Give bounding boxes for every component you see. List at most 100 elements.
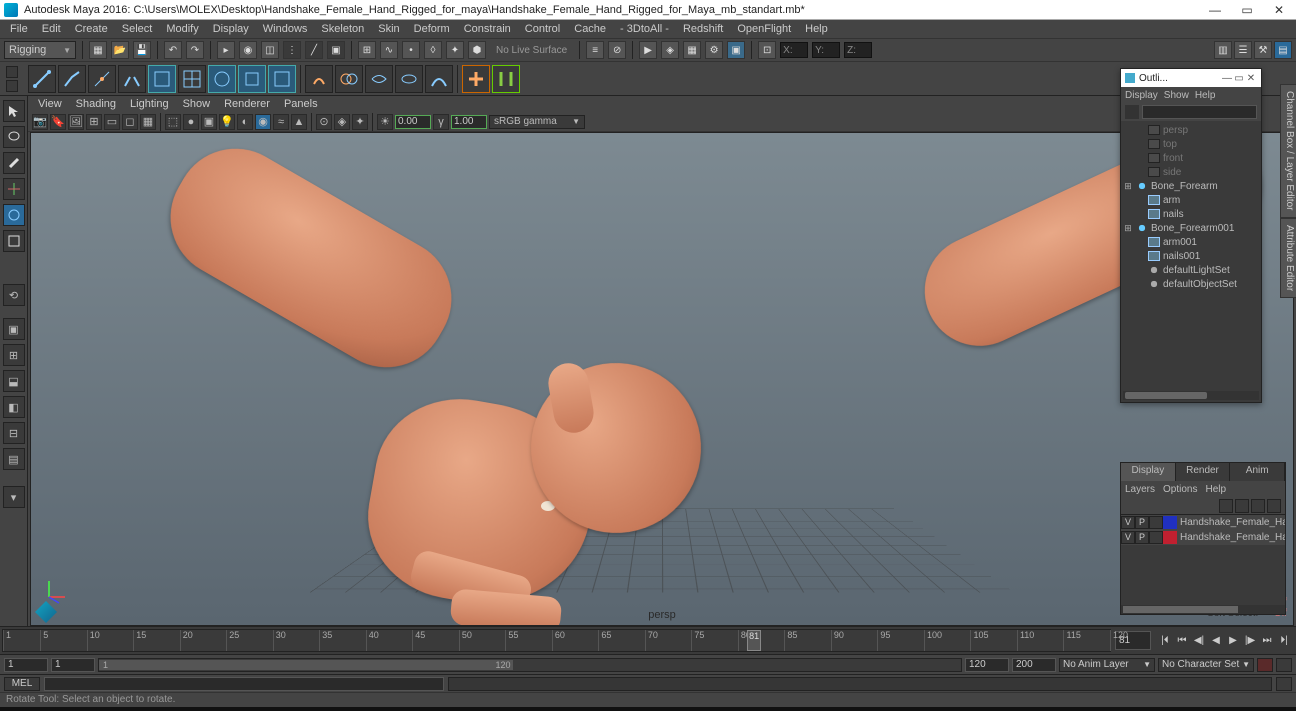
script-editor-icon[interactable] <box>1276 677 1292 691</box>
mesh-arm-left[interactable] <box>149 132 474 389</box>
render-frame-icon[interactable]: ▶ <box>639 41 657 59</box>
menu-display[interactable]: Display <box>207 23 255 35</box>
menu-cache[interactable]: Cache <box>568 23 612 35</box>
menu-3dtoall[interactable]: - 3DtoAll - <box>614 23 675 35</box>
tab-display[interactable]: Display <box>1121 463 1176 481</box>
range-end-inner-field[interactable]: 120 <box>965 658 1009 672</box>
outliner-item-defaultobjectset[interactable]: defaultObjectSet <box>1123 277 1259 291</box>
menu-file[interactable]: File <box>4 23 34 35</box>
gamma-field[interactable]: 1.00 <box>451 115 487 129</box>
outliner-menu-help[interactable]: Help <box>1195 90 1216 101</box>
expand-icon[interactable]: ⊞ <box>1123 181 1133 192</box>
anim-layer-dropdown[interactable]: No Anim Layer▼ <box>1059 658 1155 672</box>
render-view-icon[interactable]: ▣ <box>727 41 745 59</box>
layer-new-empty-icon[interactable] <box>1251 499 1265 513</box>
outliner-title-bar[interactable]: Outli... — ▭ ✕ <box>1121 69 1261 87</box>
tab-anim[interactable]: Anim <box>1230 463 1285 481</box>
go-to-start-button[interactable]: |⏴ <box>1157 633 1173 649</box>
range-start-outer-field[interactable]: 1 <box>4 658 48 672</box>
last-tool-icon[interactable]: ⟲ <box>3 284 25 306</box>
command-input[interactable] <box>44 677 444 691</box>
input-field-icon[interactable]: ⊡ <box>758 41 776 59</box>
redo-icon[interactable]: ↷ <box>186 41 204 59</box>
outliner-item-top[interactable]: top <box>1123 137 1259 151</box>
layer-menu-options[interactable]: Options <box>1163 484 1197 495</box>
panel-menu-panels[interactable]: Panels <box>278 98 324 110</box>
use-lights-icon[interactable]: 💡 <box>219 114 235 130</box>
step-back-button[interactable]: ◀| <box>1191 633 1207 649</box>
resolution-gate-icon[interactable]: ◻ <box>122 114 138 130</box>
menu-help[interactable]: Help <box>799 23 834 35</box>
range-slider[interactable]: 1 120 <box>98 658 962 672</box>
outliner-scrollbar[interactable] <box>1123 391 1259 400</box>
ik-handle-icon[interactable] <box>58 65 86 93</box>
exposure-icon[interactable]: ☀ <box>377 114 393 130</box>
shelf-edit-icon[interactable] <box>6 80 18 92</box>
wireframe-icon[interactable]: ⬚ <box>165 114 181 130</box>
gate-mask-icon[interactable]: ▦ <box>140 114 156 130</box>
wire-deformer-icon[interactable] <box>365 65 393 93</box>
smooth-bind-icon[interactable] <box>208 65 236 93</box>
layer-new-selected-icon[interactable] <box>1267 499 1281 513</box>
panel-menu-renderer[interactable]: Renderer <box>218 98 276 110</box>
module-dropdown[interactable]: Rigging ▼ <box>4 41 76 59</box>
outliner-item-front[interactable]: front <box>1123 151 1259 165</box>
paint-select-tool-icon[interactable] <box>3 152 25 174</box>
outliner-close-button[interactable]: ✕ <box>1245 73 1257 84</box>
modeling-toolkit-toggle-icon[interactable]: ▥ <box>1214 41 1232 59</box>
outliner-item-persp[interactable]: persp <box>1123 123 1259 137</box>
undo-icon[interactable]: ↶ <box>164 41 182 59</box>
layer-playback-toggle[interactable]: P <box>1135 516 1149 529</box>
three-pane-icon[interactable]: ⊟ <box>3 422 25 444</box>
render-region-icon[interactable]: ▦ <box>683 41 701 59</box>
layer-playback-toggle[interactable]: P <box>1135 531 1149 544</box>
rotate-tool-icon[interactable] <box>3 204 25 226</box>
constraint-parent-icon[interactable] <box>462 65 490 93</box>
range-end-outer-field[interactable]: 200 <box>1012 658 1056 672</box>
shaded-icon[interactable]: ● <box>183 114 199 130</box>
snap-point-icon[interactable]: • <box>402 41 420 59</box>
panel-menu-lighting[interactable]: Lighting <box>124 98 175 110</box>
attribute-editor-toggle-icon[interactable]: ☰ <box>1234 41 1252 59</box>
outliner-item-nails001[interactable]: nails001 <box>1123 249 1259 263</box>
save-scene-icon[interactable]: 💾 <box>133 41 151 59</box>
camera-select-icon[interactable]: 📷 <box>32 114 48 130</box>
orient-joint-icon[interactable] <box>148 65 176 93</box>
panel-menu-show[interactable]: Show <box>177 98 217 110</box>
outliner-menu-show[interactable]: Show <box>1164 90 1189 101</box>
image-plane-icon[interactable]: 🖼 <box>68 114 84 130</box>
channel-box-toggle-icon[interactable]: ▤ <box>1274 41 1292 59</box>
paint-weights-icon[interactable] <box>268 65 296 93</box>
layer-menu-help[interactable]: Help <box>1205 484 1226 495</box>
xray-joints-icon[interactable]: ✦ <box>352 114 368 130</box>
layer-name[interactable]: Handshake_Female_Hand_ <box>1177 517 1285 528</box>
colorspace-dropdown[interactable]: sRGB gamma ▼ <box>489 115 585 129</box>
insert-joint-icon[interactable] <box>88 65 116 93</box>
mirror-joint-icon[interactable] <box>118 65 146 93</box>
motion-blur-icon[interactable]: ≈ <box>273 114 289 130</box>
film-gate-icon[interactable]: ▭ <box>104 114 120 130</box>
side-tab-channel-box[interactable]: Channel Box / Layer Editor <box>1280 84 1296 218</box>
layer-row[interactable]: V P Handshake_Female_Hand_ <box>1121 530 1285 545</box>
exposure-field[interactable]: 0.00 <box>395 115 431 129</box>
two-pane-h-icon[interactable]: ⬓ <box>3 370 25 392</box>
script-language-dropdown[interactable]: MEL <box>4 677 40 691</box>
menu-modify[interactable]: Modify <box>160 23 204 35</box>
play-forward-button[interactable]: ▶ <box>1225 633 1241 649</box>
layer-color-swatch[interactable] <box>1163 516 1177 529</box>
cluster-icon[interactable] <box>305 65 333 93</box>
layer-menu-layers[interactable]: Layers <box>1125 484 1155 495</box>
shelf-tab-menu-icon[interactable] <box>6 66 18 78</box>
menu-select[interactable]: Select <box>116 23 159 35</box>
open-scene-icon[interactable]: 📂 <box>111 41 129 59</box>
nonlinear-icon[interactable] <box>425 65 453 93</box>
play-back-button[interactable]: ◀ <box>1208 633 1224 649</box>
layer-color-swatch[interactable] <box>1163 531 1177 544</box>
layer-visibility-toggle[interactable]: V <box>1121 531 1135 544</box>
wrap-deformer-icon[interactable] <box>395 65 423 93</box>
outliner-minimize-button[interactable]: — <box>1221 73 1233 84</box>
ao-icon[interactable]: ◉ <box>255 114 271 130</box>
history-toggle-icon[interactable]: ⊘ <box>608 41 626 59</box>
menu-skin[interactable]: Skin <box>372 23 405 35</box>
textured-icon[interactable]: ▣ <box>201 114 217 130</box>
